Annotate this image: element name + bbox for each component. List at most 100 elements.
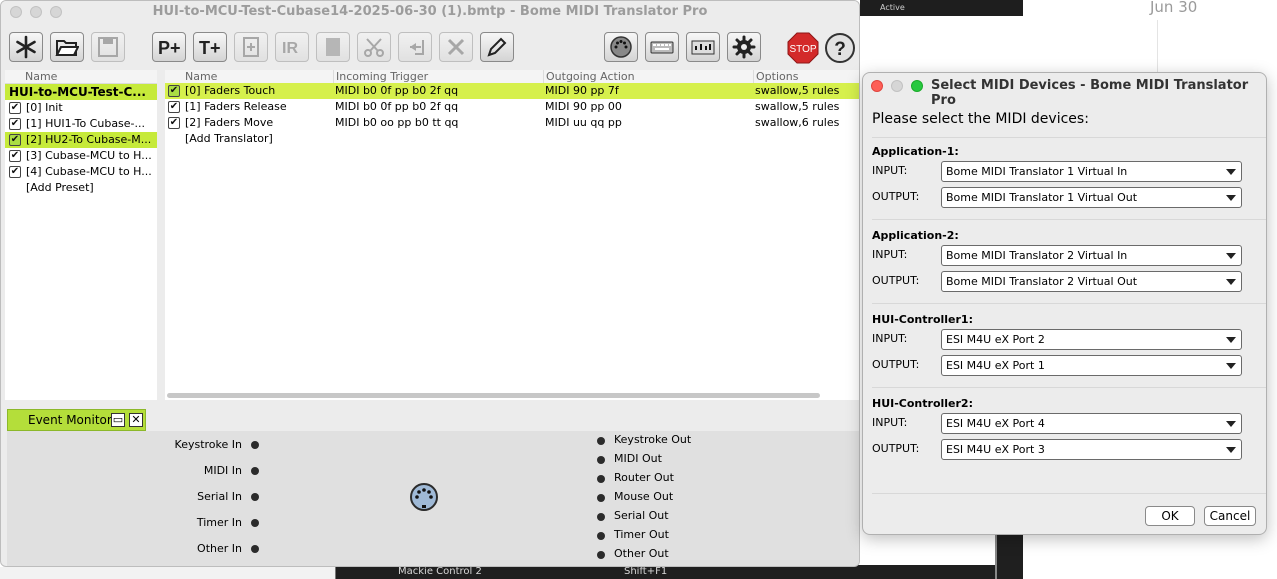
hui-controller1-input-select[interactable]: ESI M4U eX Port 2 <box>941 329 1242 350</box>
translator-row[interactable]: ✔ [2] Faders Move MIDI b0 oo pp b0 tt qq… <box>165 115 859 131</box>
input-label: INPUT: <box>872 248 908 261</box>
column-header-options[interactable]: Options <box>753 70 859 84</box>
column-header-incoming[interactable]: Incoming Trigger <box>333 70 543 84</box>
dialog-zoom-button[interactable] <box>911 80 923 92</box>
chevron-down-icon <box>1226 169 1236 175</box>
select-value: ESI M4U eX Port 2 <box>946 333 1045 346</box>
serial-out-label: Serial Out <box>614 509 669 522</box>
paste-button[interactable] <box>398 32 432 62</box>
preset-row[interactable]: ✔ [3] Cubase-MCU to H... <box>5 148 157 164</box>
save-project-button[interactable] <box>91 32 125 62</box>
translator-outgoing: MIDI uu qq pp <box>545 116 622 129</box>
midi-ports-button[interactable] <box>604 32 638 62</box>
application2-output-select[interactable]: Bome MIDI Translator 2 Virtual Out <box>941 271 1242 292</box>
application2-input-select[interactable]: Bome MIDI Translator 2 Virtual In <box>941 245 1242 266</box>
dialog-close-button[interactable] <box>871 80 883 92</box>
group-title: HUI-Controller2: <box>872 397 973 410</box>
translator-name: [0] Faders Touch <box>185 84 276 97</box>
chevron-down-icon <box>1226 363 1236 369</box>
main-titlebar[interactable]: HUI-to-MCU-Test-Cubase14-2025-06-30 (1).… <box>1 1 859 23</box>
select-value: ESI M4U eX Port 4 <box>946 417 1045 430</box>
add-translator-label: [Add Translator] <box>185 132 273 145</box>
settings-button[interactable] <box>727 32 761 62</box>
rename-button[interactable]: IR <box>275 32 309 62</box>
application1-input-select[interactable]: Bome MIDI Translator 1 Virtual In <box>941 161 1242 182</box>
open-project-button[interactable] <box>50 32 84 62</box>
dialog-minimize-button[interactable] <box>891 80 903 92</box>
cut-button[interactable] <box>357 32 391 62</box>
new-project-button[interactable] <box>9 32 43 62</box>
preset-label: [0] Init <box>26 101 63 114</box>
maximize-icon[interactable]: ▭ <box>111 413 125 427</box>
help-button[interactable]: ? <box>824 32 856 64</box>
preset-checkbox[interactable]: ✔ <box>9 134 21 146</box>
background-bottom-bar: Mackie Control 2 Shift+F1 <box>335 565 1023 579</box>
copy-button[interactable] <box>316 32 350 62</box>
preset-checkbox[interactable]: ✔ <box>9 118 21 130</box>
close-icon[interactable]: ✕ <box>129 413 143 427</box>
preset-row[interactable]: ✔ [0] Init <box>5 100 157 116</box>
midi-connector-icon <box>410 483 438 511</box>
translator-row[interactable]: ✔ [1] Faders Release MIDI b0 0f pp b0 2f… <box>165 99 859 115</box>
preset-name-header[interactable]: Name <box>5 70 157 84</box>
preset-list: Name HUI-to-MCU-Test-C... ✔ [0] Init ✔ [… <box>5 70 157 400</box>
select-value: Bome MIDI Translator 2 Virtual In <box>946 249 1128 262</box>
translator-checkbox[interactable]: ✔ <box>168 101 180 113</box>
project-name: HUI-to-MCU-Test-C... <box>9 85 146 99</box>
duplicate-button[interactable] <box>234 32 268 62</box>
stop-button[interactable]: STOP <box>787 32 819 64</box>
application1-output-select[interactable]: Bome MIDI Translator 1 Virtual Out <box>941 187 1242 208</box>
background-app-strip: Active <box>860 0 1023 16</box>
add-preset-row[interactable]: [Add Preset] <box>5 180 157 196</box>
dialog-title: Select MIDI Devices - Bome MIDI Translat… <box>931 78 1249 108</box>
translator-row-selected[interactable]: ✔ [0] Faders Touch MIDI b0 0f pp b0 2f q… <box>165 83 859 99</box>
column-header-name[interactable]: Name <box>165 70 333 84</box>
delete-button[interactable] <box>439 32 473 62</box>
midi-in-indicator <box>251 467 259 475</box>
router-out-indicator <box>597 475 605 483</box>
cut-icon <box>364 38 384 57</box>
gear-icon <box>732 35 756 59</box>
svg-text:IR: IR <box>282 40 298 57</box>
add-preset-button[interactable]: P+ <box>152 32 186 62</box>
separator <box>872 387 1266 388</box>
midi-in-label: MIDI In <box>203 464 242 477</box>
preset-row[interactable]: ✔ [1] HUI1-To Cubase-... <box>5 116 157 132</box>
background-bottom-shortcut: Shift+F1 <box>624 566 668 577</box>
add-translator-button[interactable]: T+ <box>193 32 227 62</box>
edit-button[interactable] <box>480 32 514 62</box>
separator <box>872 303 1266 304</box>
chevron-down-icon <box>1226 447 1236 453</box>
input-label: INPUT: <box>872 416 908 429</box>
preset-checkbox[interactable]: ✔ <box>9 150 21 162</box>
add-translator-row[interactable]: [Add Translator] <box>165 131 859 147</box>
translator-incoming: MIDI b0 0f pp b0 2f qq <box>335 84 459 97</box>
keystroke-button[interactable] <box>645 32 679 62</box>
svg-text:?: ? <box>834 39 846 60</box>
horizontal-scrollbar[interactable] <box>167 393 820 398</box>
hui-controller2-output-select[interactable]: ESI M4U eX Port 3 <box>941 439 1242 460</box>
translator-checkbox[interactable]: ✔ <box>168 117 180 129</box>
translator-checkbox[interactable]: ✔ <box>168 85 180 97</box>
preset-checkbox[interactable]: ✔ <box>9 102 21 114</box>
preset-row-selected[interactable]: ✔ [2] HU2-To Cubase-M... <box>5 132 157 148</box>
keystroke-out-label: Keystroke Out <box>614 433 692 446</box>
preset-checkbox[interactable]: ✔ <box>9 166 21 178</box>
other-in-label: Other In <box>197 542 242 555</box>
background-bottom-item: Mackie Control 2 <box>398 566 482 577</box>
pencil-icon <box>487 37 507 57</box>
preset-row[interactable]: ✔ [4] Cubase-MCU to H... <box>5 164 157 180</box>
save-icon <box>98 37 118 57</box>
background-dark-panel <box>995 534 1023 579</box>
keyboard-icon <box>650 41 674 54</box>
event-monitor-tab[interactable]: Event Monitor ▭ ✕ <box>7 409 146 431</box>
column-header-outgoing[interactable]: Outgoing Action <box>543 70 753 84</box>
cancel-button[interactable]: Cancel <box>1204 506 1256 526</box>
project-row[interactable]: HUI-to-MCU-Test-C... <box>5 84 157 100</box>
hui-controller2-input-select[interactable]: ESI M4U eX Port 4 <box>941 413 1242 434</box>
stop-icon: STOP <box>787 32 819 64</box>
router-button[interactable] <box>686 32 720 62</box>
translator-options: swallow,5 rules <box>755 100 840 113</box>
ok-button[interactable]: OK <box>1145 506 1195 526</box>
hui-controller1-output-select[interactable]: ESI M4U eX Port 1 <box>941 355 1242 376</box>
